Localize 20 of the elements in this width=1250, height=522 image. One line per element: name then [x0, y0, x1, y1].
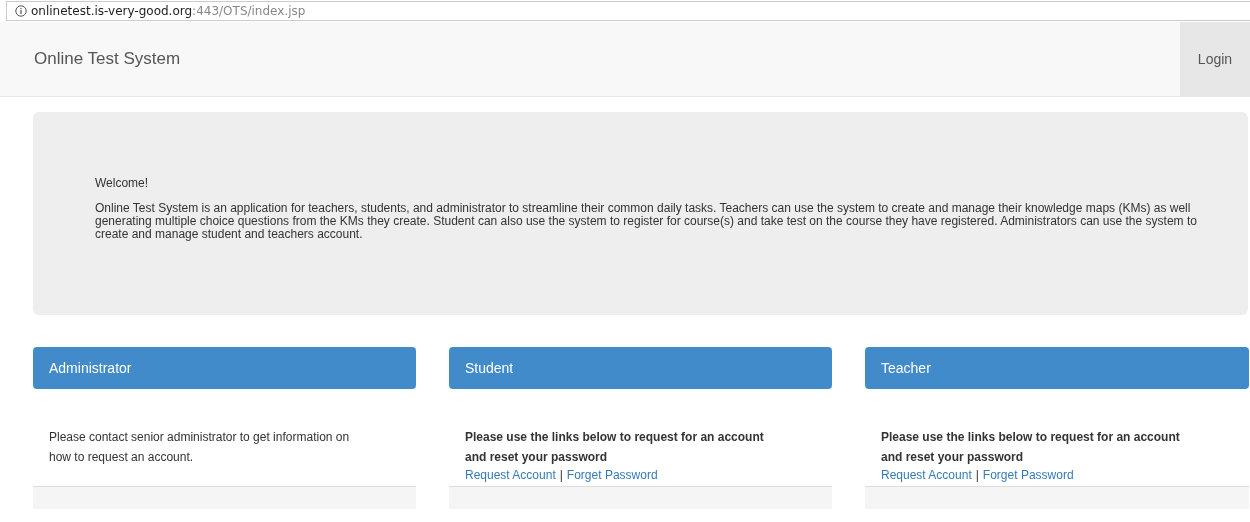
account-link[interactable]: Forget Password [982, 468, 1074, 482]
info-icon [15, 5, 27, 17]
brand-title[interactable]: Online Test System [0, 22, 181, 96]
panel-text: Please use the links below to request for an account and reset your password [881, 429, 1181, 466]
link-separator: | [975, 468, 979, 482]
account-link[interactable]: Forget Password [566, 468, 658, 482]
address-field[interactable]: onlinetest.is-very-good.org:443/OTS/index.jsp [6, 1, 1250, 21]
panel-header: Teacher [865, 347, 1249, 389]
intro-paragraph: Online Test System is an application for teachers, students, and administrator to streamline their common daily tasks. Teachers can use the system to create and manage their knowledge maps (KMs) as well generating multiple choice questions from the KMs they create. Student can also use the system to register for course(s) and take test on the course they have registered. Administrators can use the system to create and manage student and teachers account. [95, 202, 1198, 241]
url-host: onlinetest.is-very-good.org [31, 4, 193, 18]
panel-header: Student [449, 347, 832, 389]
account-link[interactable]: Request Account [465, 468, 556, 482]
welcome-heading: Welcome! [95, 176, 150, 190]
panel-text: Please use the links below to request for an account and reset your password [465, 429, 765, 466]
panel-text: Please contact senior administrator to get information on how to request an account. [49, 429, 351, 466]
url-path: :443/OTS/index.jsp [192, 4, 306, 18]
link-separator: | [559, 468, 563, 482]
login-link[interactable]: Login [1180, 22, 1250, 96]
panel-header: Administrator [33, 347, 416, 389]
account-link[interactable]: Request Account [881, 468, 972, 482]
